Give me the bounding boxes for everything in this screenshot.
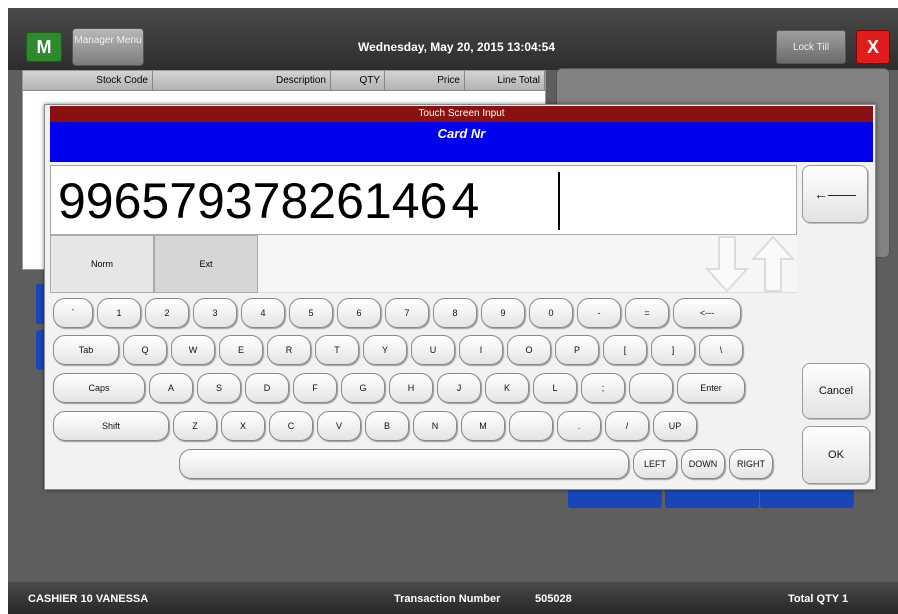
- key-4[interactable]: 4: [241, 298, 285, 328]
- main-menu-button[interactable]: M: [26, 32, 62, 62]
- cashier-label: CASHIER 10 VANESSA: [28, 593, 149, 605]
- key-down[interactable]: DOWN: [681, 449, 725, 479]
- key-8[interactable]: 8: [433, 298, 477, 328]
- close-button[interactable]: X: [856, 30, 890, 64]
- lock-till-button[interactable]: Lock Till: [776, 30, 846, 64]
- input-display[interactable]: 99657937826146 4: [50, 165, 797, 235]
- key-v[interactable]: V: [317, 411, 361, 441]
- manager-menu-button[interactable]: Manager Menu: [72, 28, 144, 66]
- key-5[interactable]: 5: [289, 298, 333, 328]
- key-q[interactable]: Q: [123, 335, 167, 365]
- key-minus[interactable]: -: [577, 298, 621, 328]
- key-s[interactable]: S: [197, 373, 241, 403]
- key-b[interactable]: B: [365, 411, 409, 441]
- key-left[interactable]: LEFT: [633, 449, 677, 479]
- dialog-title: Touch Screen Input: [50, 106, 873, 122]
- key-z[interactable]: Z: [173, 411, 217, 441]
- input-value: 99657937826146 4: [58, 173, 480, 229]
- col-price: Price: [385, 71, 465, 90]
- key-backslash[interactable]: \: [699, 335, 743, 365]
- key-rbracket[interactable]: ]: [651, 335, 695, 365]
- field-label: Card Nr: [50, 122, 873, 162]
- backspace-button[interactable]: ←——: [802, 165, 868, 223]
- datetime-display: Wednesday, May 20, 2015 13:04:54: [358, 40, 556, 54]
- key-l[interactable]: L: [533, 373, 577, 403]
- key-right[interactable]: RIGHT: [729, 449, 773, 479]
- key-e[interactable]: E: [219, 335, 263, 365]
- key-7[interactable]: 7: [385, 298, 429, 328]
- key-backtick[interactable]: `: [53, 298, 93, 328]
- key-o[interactable]: O: [507, 335, 551, 365]
- key-w[interactable]: W: [171, 335, 215, 365]
- col-description: Description: [153, 71, 331, 90]
- key-j[interactable]: J: [437, 373, 481, 403]
- transaction-label: Transaction Number: [394, 593, 501, 605]
- key-k[interactable]: K: [485, 373, 529, 403]
- key-f[interactable]: F: [293, 373, 337, 403]
- key-x[interactable]: X: [221, 411, 265, 441]
- key-t[interactable]: T: [315, 335, 359, 365]
- keyboard-mode-tabs: Norm Ext: [50, 235, 797, 293]
- text-caret: [558, 172, 560, 230]
- key-c[interactable]: C: [269, 411, 313, 441]
- key-2[interactable]: 2: [145, 298, 189, 328]
- touch-screen-input-dialog: Touch Screen Input Card Nr 9965793782614…: [44, 104, 876, 490]
- key-m[interactable]: M: [461, 411, 505, 441]
- arrow-up-icon: [751, 235, 795, 292]
- ok-button[interactable]: OK: [802, 426, 870, 484]
- key-space[interactable]: [179, 449, 629, 479]
- key-r[interactable]: R: [267, 335, 311, 365]
- key-i[interactable]: I: [459, 335, 503, 365]
- key-semicolon[interactable]: ;: [581, 373, 625, 403]
- key-slash[interactable]: /: [605, 411, 649, 441]
- key-u[interactable]: U: [411, 335, 455, 365]
- arrow-down-icon: [705, 236, 749, 293]
- key-enter[interactable]: Enter: [677, 373, 745, 403]
- status-bar: CASHIER 10 VANESSA Transaction Number 50…: [8, 582, 898, 614]
- transaction-number: 505028: [535, 593, 572, 605]
- key-0[interactable]: 0: [529, 298, 573, 328]
- col-qty: QTY: [331, 71, 385, 90]
- key-3[interactable]: 3: [193, 298, 237, 328]
- tab-ext[interactable]: Ext: [154, 235, 258, 293]
- key-blank[interactable]: [629, 373, 673, 403]
- key-p[interactable]: P: [555, 335, 599, 365]
- key-a[interactable]: A: [149, 373, 193, 403]
- top-bar: M Manager Menu Wednesday, May 20, 2015 1…: [8, 8, 898, 70]
- key-lbracket[interactable]: [: [603, 335, 647, 365]
- key-backspace[interactable]: <---: [673, 298, 741, 328]
- tab-norm[interactable]: Norm: [50, 235, 154, 293]
- key-caps[interactable]: Caps: [53, 373, 145, 403]
- key-period[interactable]: .: [557, 411, 601, 441]
- key-blank[interactable]: [509, 411, 553, 441]
- grid-header: Stock Code Description QTY Price Line To…: [23, 71, 545, 91]
- key-g[interactable]: G: [341, 373, 385, 403]
- key-y[interactable]: Y: [363, 335, 407, 365]
- key-equals[interactable]: =: [625, 298, 669, 328]
- col-line-total: Line Total: [465, 71, 545, 90]
- key-6[interactable]: 6: [337, 298, 381, 328]
- key-up[interactable]: UP: [653, 411, 697, 441]
- key-tab[interactable]: Tab: [53, 335, 119, 365]
- key-9[interactable]: 9: [481, 298, 525, 328]
- cancel-button[interactable]: Cancel: [802, 363, 870, 419]
- key-n[interactable]: N: [413, 411, 457, 441]
- key-h[interactable]: H: [389, 373, 433, 403]
- key-shift[interactable]: Shift: [53, 411, 169, 441]
- col-stock-code: Stock Code: [23, 71, 153, 90]
- key-1[interactable]: 1: [97, 298, 141, 328]
- total-qty: Total QTY 1: [788, 593, 849, 605]
- key-d[interactable]: D: [245, 373, 289, 403]
